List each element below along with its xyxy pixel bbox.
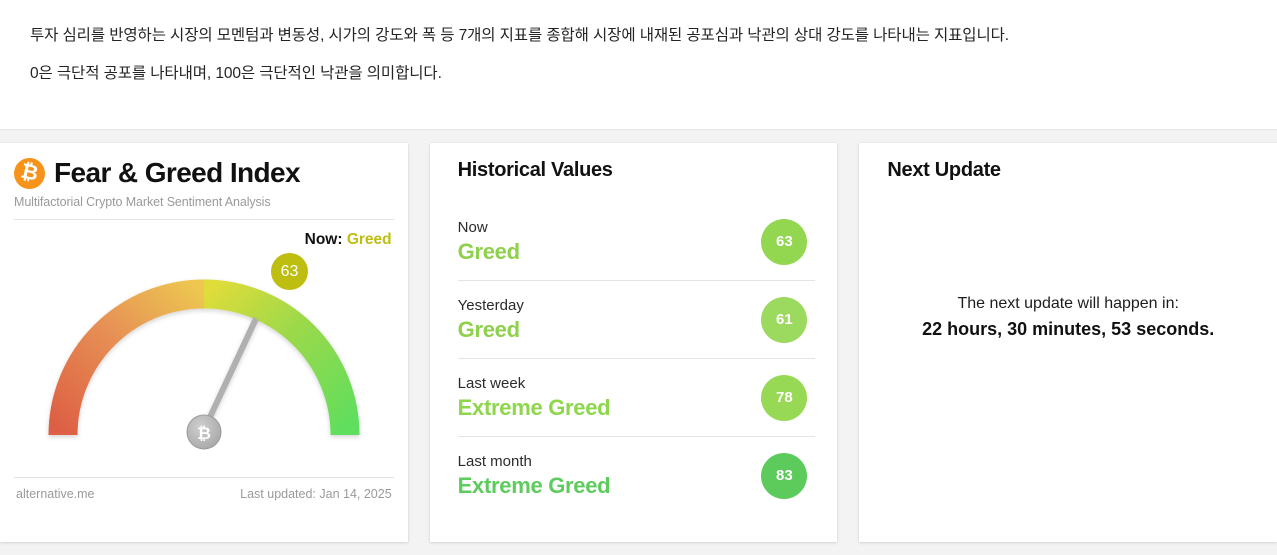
- gauge-panel-footer: alternative.me Last updated: Jan 14, 202…: [14, 478, 394, 501]
- next-update-body: The next update will happen in: 22 hours…: [859, 295, 1277, 340]
- next-update-lead: The next update will happen in:: [957, 295, 1179, 312]
- page-subtitle: Multifactorial Crypto Market Sentiment A…: [14, 195, 271, 209]
- header-divider: [14, 219, 394, 220]
- gauge-value-badge: 63: [271, 253, 308, 290]
- historical-value-badge: 78: [761, 374, 808, 421]
- historical-classification: Greed: [457, 238, 520, 264]
- description-banner: 투자 심리를 반영하는 시장의 모멘텀과 변동성, 시가의 강도와 폭 등 7개…: [0, 0, 1277, 130]
- gauge-chart: ₿ 63: [14, 245, 394, 471]
- next-update-title: Next Update: [887, 159, 1001, 181]
- gauge-panel-header: ₿ Fear & Greed Index: [14, 157, 394, 189]
- historical-period: Yesterday: [457, 296, 524, 314]
- historical-classification: Extreme Greed: [457, 394, 611, 420]
- page-title: Fear & Greed Index: [54, 157, 301, 188]
- historical-classification: Extreme Greed: [457, 472, 611, 498]
- list-item: Now Greed 63: [457, 203, 816, 281]
- historical-list: Now Greed 63 Yesterday Greed 61 Last wee…: [446, 203, 816, 514]
- historical-row-text: Yesterday Greed: [458, 297, 524, 343]
- gauge-needle: [201, 316, 259, 431]
- historical-period: Now: [457, 218, 488, 236]
- bitcoin-glyph: ₿: [18, 157, 41, 186]
- list-item: Last month Extreme Greed 83: [458, 437, 816, 514]
- historical-title: Historical Values: [457, 159, 613, 181]
- historical-classification: Greed: [457, 316, 520, 342]
- historical-row-text: Now Greed: [458, 219, 520, 265]
- historical-values-panel: Historical Values Now Greed 63 Yesterday…: [429, 143, 838, 542]
- historical-row-text: Last week Extreme Greed: [458, 375, 611, 421]
- needle-bitcoin-icon: ₿: [197, 424, 211, 444]
- bitcoin-icon: ₿: [14, 157, 45, 189]
- historical-value-badge: 83: [761, 452, 808, 499]
- historical-period: Last week: [457, 374, 526, 392]
- historical-period: Last month: [457, 452, 532, 470]
- historical-value-badge: 63: [761, 218, 808, 265]
- gauge-svg: ₿: [48, 279, 360, 450]
- fear-greed-gauge-panel: ₿ Fear & Greed Index Multifactorial Cryp…: [0, 143, 408, 542]
- description-line-1: 투자 심리를 반영하는 시장의 모멘텀과 변동성, 시가의 강도와 폭 등 7개…: [30, 27, 1009, 44]
- next-update-countdown: 22 hours, 30 minutes, 53 seconds.: [922, 319, 1215, 339]
- list-item: Yesterday Greed 61: [457, 281, 816, 359]
- gauge-needle-hub: ₿: [186, 414, 222, 450]
- description-line-2: 0은 극단적 공포를 나타내며, 100은 극단적인 낙관을 의미합니다.: [30, 65, 442, 83]
- gauge-arc: [48, 279, 360, 436]
- next-update-panel: Next Update The next update will happen …: [859, 143, 1277, 542]
- panels-row: ₿ Fear & Greed Index Multifactorial Cryp…: [0, 130, 1277, 542]
- historical-value-badge: 61: [761, 296, 808, 343]
- source-link[interactable]: alternative.me: [16, 487, 95, 501]
- last-updated-text: Last updated: Jan 14, 2025: [240, 487, 392, 501]
- list-item: Last week Extreme Greed 78: [457, 359, 816, 437]
- historical-row-text: Last month Extreme Greed: [458, 453, 611, 499]
